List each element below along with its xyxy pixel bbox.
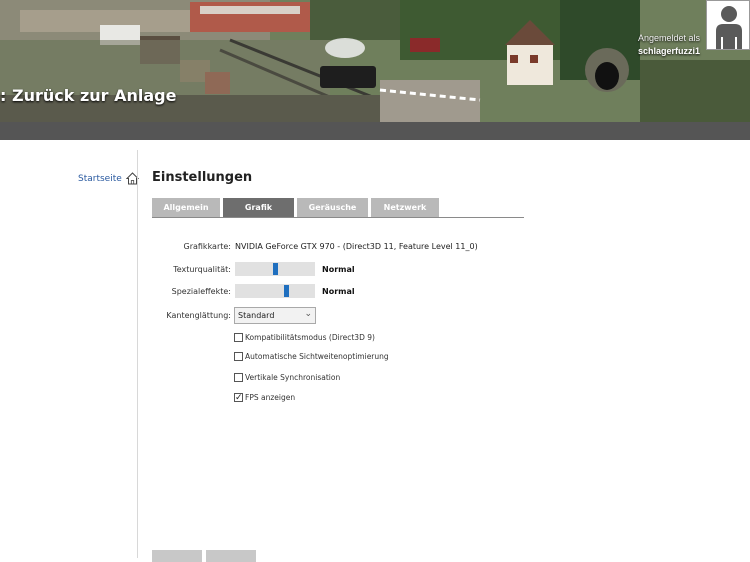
tabs-underline <box>152 217 524 218</box>
checkbox-box[interactable] <box>234 352 243 361</box>
checkbox-label: Kompatibilitätsmodus (Direct3D 9) <box>245 333 375 342</box>
checkbox-box[interactable] <box>234 373 243 382</box>
checkbox-compatibility-mode[interactable]: Kompatibilitätsmodus (Direct3D 9) <box>234 333 375 342</box>
checkbox-show-fps[interactable]: ✓ FPS anzeigen <box>234 392 296 402</box>
anti-aliasing-label: Kantenglättung: <box>166 311 231 320</box>
settings-tabs: Allgemein Grafik Geräusche Netzwerk <box>152 198 439 217</box>
special-effects-slider[interactable] <box>235 284 315 298</box>
texture-quality-slider[interactable] <box>235 262 315 276</box>
checkbox-label: Automatische Sichtweitenoptimierung <box>245 352 389 361</box>
back-to-layout-link[interactable]: : Zurück zur Anlage <box>0 86 176 105</box>
texture-quality-slider-thumb[interactable] <box>273 263 278 275</box>
texture-quality-value: Normal <box>322 265 355 274</box>
checkbox-box[interactable]: ✓ <box>234 392 243 402</box>
checkbox-auto-view-distance[interactable]: Automatische Sichtweitenoptimierung <box>234 352 389 361</box>
texture-quality-label: Texturqualität: <box>173 265 231 274</box>
page-title: Einstellungen <box>152 170 253 185</box>
checkbox-box[interactable] <box>234 333 243 342</box>
tab-allgemein[interactable]: Allgemein <box>152 198 220 217</box>
home-link[interactable]: Startseite <box>78 172 139 185</box>
sidebar-divider <box>137 150 138 558</box>
tab-netzwerk[interactable]: Netzwerk <box>371 198 439 217</box>
home-link-label: Startseite <box>78 173 122 184</box>
checkmark-icon: ✓ <box>235 392 243 402</box>
top-toolbar-bar <box>0 122 750 140</box>
anti-aliasing-select[interactable]: Standard ⌄ <box>234 307 316 324</box>
username: schlagerfuzzi1 <box>637 46 700 56</box>
special-effects-label: Spezialeffekte: <box>171 287 231 296</box>
special-effects-slider-thumb[interactable] <box>284 285 289 297</box>
bottom-button-primary[interactable] <box>152 550 202 562</box>
chevron-down-icon: ⌄ <box>304 309 312 319</box>
checkbox-label: Vertikale Synchronisation <box>245 373 341 382</box>
anti-aliasing-selected-value: Standard <box>238 311 275 320</box>
logged-in-label: Angemeldet als <box>637 33 700 43</box>
checkbox-vertical-sync[interactable]: Vertikale Synchronisation <box>234 373 340 382</box>
tab-grafik[interactable]: Grafik <box>223 198 294 217</box>
user-silhouette-icon <box>716 6 742 49</box>
gpu-value: NVIDIA GeForce GTX 970 - (Direct3D 11, F… <box>235 242 478 251</box>
gpu-label: Grafikkarte: <box>183 242 232 251</box>
bottom-button-secondary[interactable] <box>206 550 256 562</box>
special-effects-value: Normal <box>322 287 355 296</box>
header-banner: : Zurück zur Anlage Angemeldet als schla… <box>0 0 750 122</box>
avatar[interactable] <box>706 0 750 50</box>
tab-geraeusche[interactable]: Geräusche <box>297 198 368 217</box>
checkbox-label: FPS anzeigen <box>245 393 296 402</box>
